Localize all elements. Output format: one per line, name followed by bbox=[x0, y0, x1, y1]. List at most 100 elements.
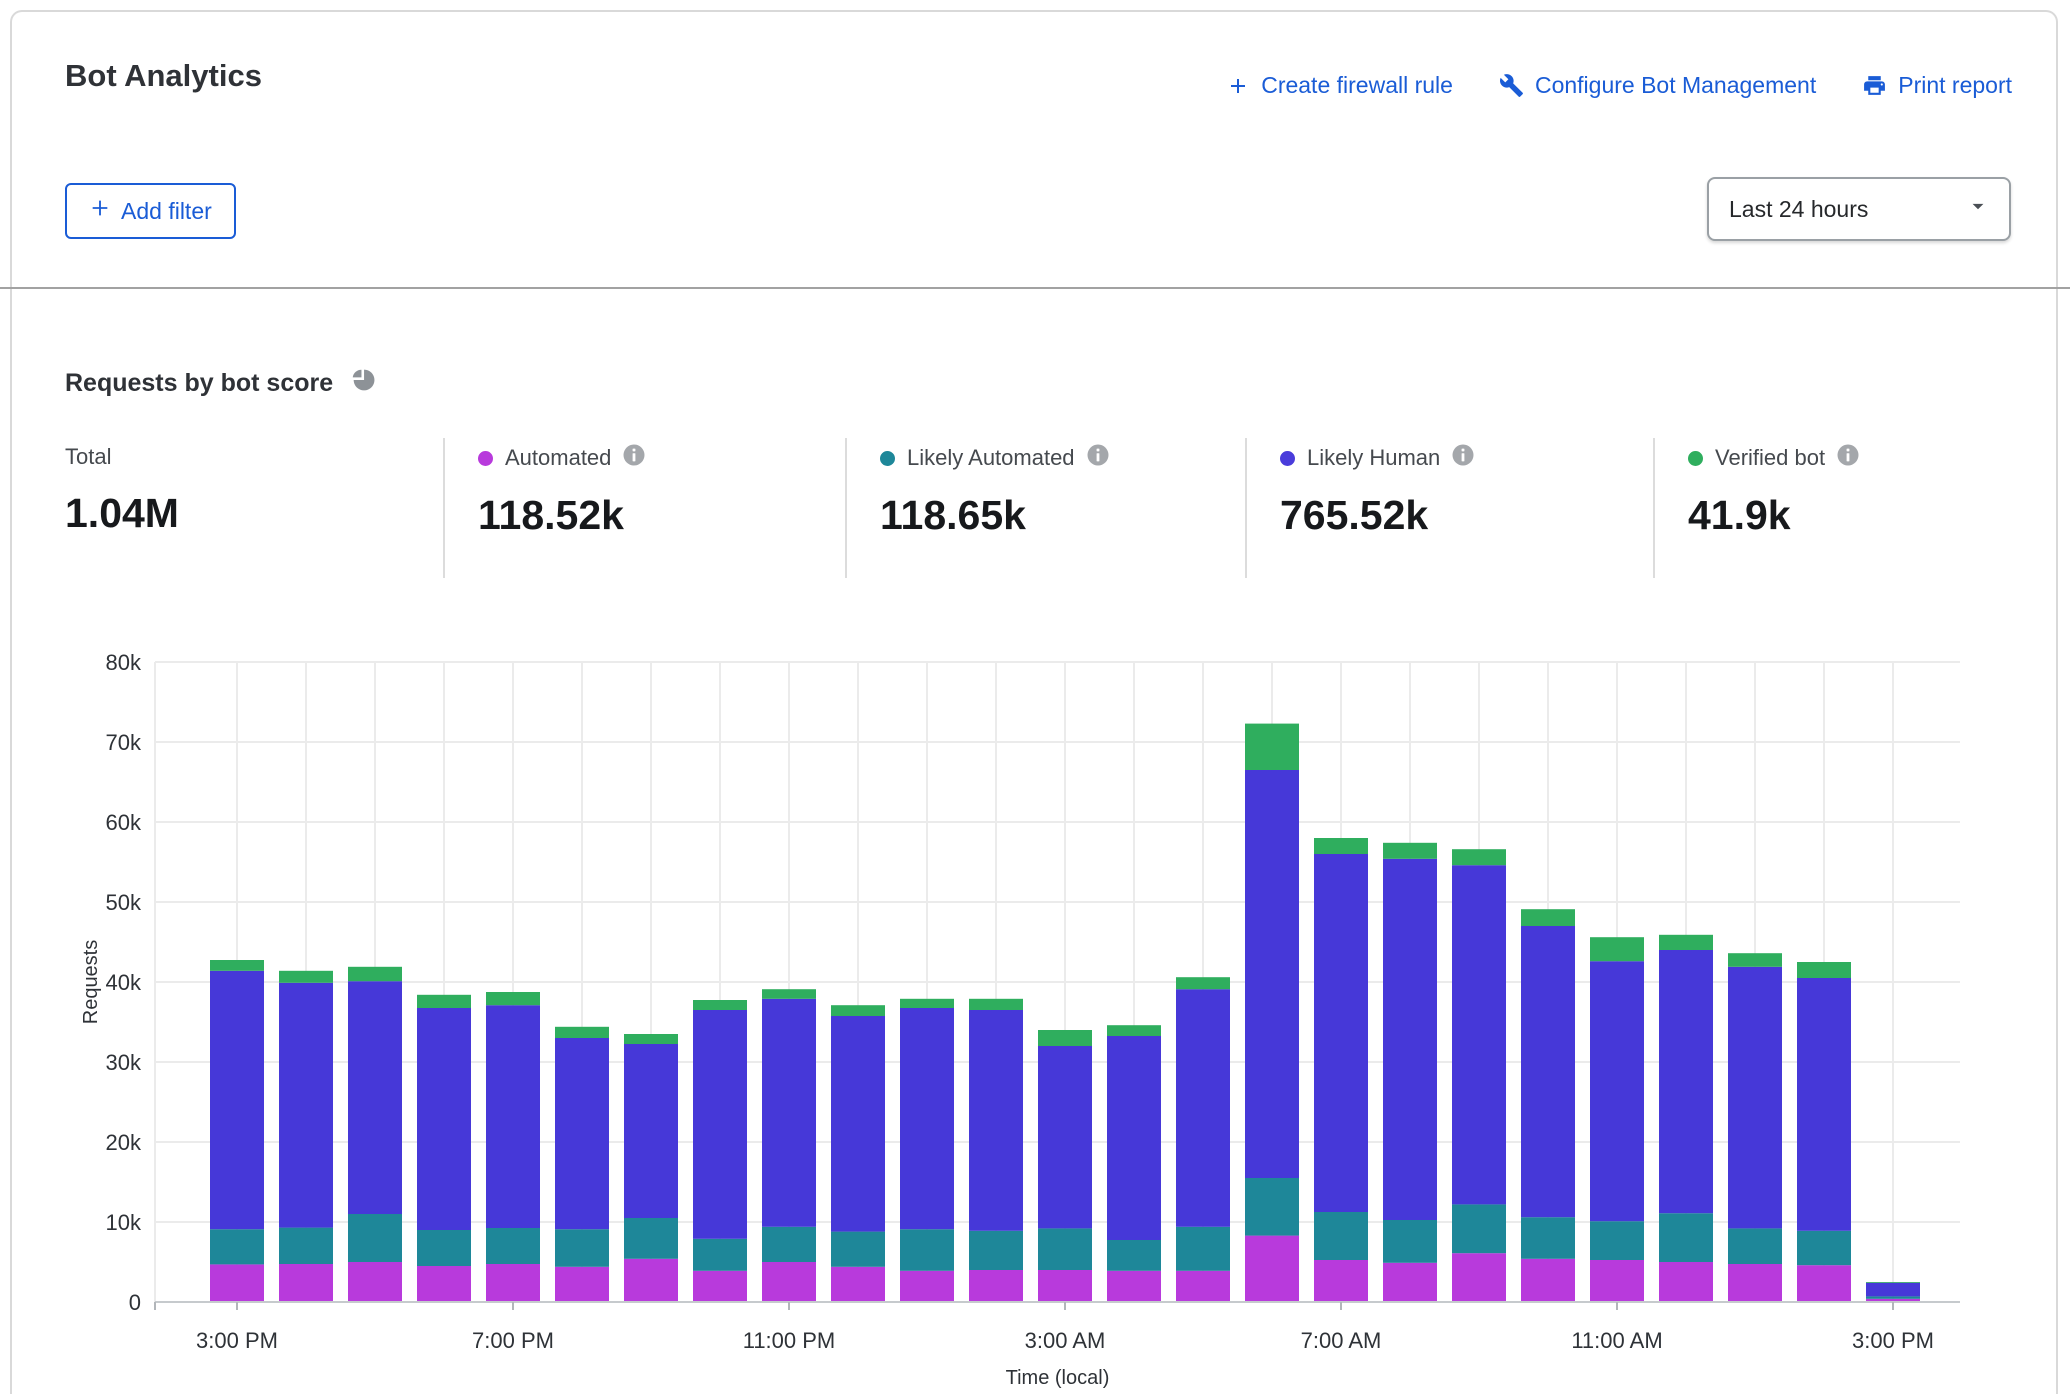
bar-segment-verified-bot[interactable] bbox=[762, 989, 816, 999]
bar-segment-verified-bot[interactable] bbox=[417, 995, 471, 1008]
bar-segment-likely-human[interactable] bbox=[900, 1008, 954, 1229]
bar-segment-verified-bot[interactable] bbox=[969, 999, 1023, 1010]
time-range-select[interactable]: Last 24 hours bbox=[1707, 177, 2011, 241]
bar-segment-automated[interactable] bbox=[417, 1266, 471, 1302]
bar-segment-verified-bot[interactable] bbox=[1245, 724, 1299, 770]
bar-segment-likely-human[interactable] bbox=[210, 971, 264, 1229]
bar-segment-automated[interactable] bbox=[1245, 1236, 1299, 1302]
bar-segment-likely-human[interactable] bbox=[1176, 989, 1230, 1227]
bar-segment-likely-automated[interactable] bbox=[762, 1227, 816, 1262]
bar-segment-automated[interactable] bbox=[348, 1262, 402, 1302]
bar-segment-automated[interactable] bbox=[486, 1264, 540, 1302]
bar-segment-likely-human[interactable] bbox=[831, 1016, 885, 1232]
requests-stacked-bar-chart[interactable]: 3:00 PM7:00 PM11:00 PM3:00 AM7:00 AM11:0… bbox=[0, 614, 2070, 1394]
bar-segment-verified-bot[interactable] bbox=[1038, 1030, 1092, 1046]
bar-segment-verified-bot[interactable] bbox=[555, 1027, 609, 1038]
bar-segment-automated[interactable] bbox=[1452, 1253, 1506, 1302]
bar-segment-likely-human[interactable] bbox=[1038, 1046, 1092, 1228]
bar-segment-automated[interactable] bbox=[969, 1270, 1023, 1302]
bar-segment-automated[interactable] bbox=[1590, 1260, 1644, 1302]
bar-segment-likely-automated[interactable] bbox=[1314, 1212, 1368, 1260]
bar-segment-likely-human[interactable] bbox=[1452, 865, 1506, 1204]
bar-segment-likely-human[interactable] bbox=[555, 1038, 609, 1229]
info-icon[interactable] bbox=[1452, 444, 1474, 472]
bar-segment-likely-human[interactable] bbox=[1866, 1283, 1920, 1297]
bar-segment-verified-bot[interactable] bbox=[1728, 953, 1782, 967]
bar-segment-verified-bot[interactable] bbox=[1314, 838, 1368, 854]
bar-segment-likely-human[interactable] bbox=[1521, 926, 1575, 1217]
bar-segment-automated[interactable] bbox=[279, 1264, 333, 1302]
bar-segment-verified-bot[interactable] bbox=[279, 971, 333, 983]
bar-segment-likely-human[interactable] bbox=[1590, 961, 1644, 1221]
bar-segment-likely-human[interactable] bbox=[693, 1010, 747, 1239]
bar-segment-automated[interactable] bbox=[624, 1259, 678, 1302]
bar-segment-likely-automated[interactable] bbox=[1383, 1220, 1437, 1263]
bar-segment-automated[interactable] bbox=[1038, 1270, 1092, 1302]
bar-segment-verified-bot[interactable] bbox=[624, 1034, 678, 1044]
bar-segment-likely-automated[interactable] bbox=[1659, 1213, 1713, 1262]
bar-segment-automated[interactable] bbox=[1521, 1259, 1575, 1302]
bar-segment-automated[interactable] bbox=[555, 1267, 609, 1302]
bar-segment-verified-bot[interactable] bbox=[1176, 977, 1230, 989]
bar-segment-likely-automated[interactable] bbox=[1728, 1228, 1782, 1264]
bar-segment-likely-human[interactable] bbox=[624, 1044, 678, 1218]
bar-segment-likely-automated[interactable] bbox=[1245, 1178, 1299, 1236]
bar-segment-verified-bot[interactable] bbox=[1797, 962, 1851, 978]
bar-segment-automated[interactable] bbox=[1176, 1271, 1230, 1302]
bar-segment-likely-automated[interactable] bbox=[1107, 1240, 1161, 1271]
bar-segment-verified-bot[interactable] bbox=[1590, 937, 1644, 961]
bar-segment-verified-bot[interactable] bbox=[1659, 935, 1713, 950]
bar-segment-likely-human[interactable] bbox=[1107, 1036, 1161, 1240]
bar-segment-verified-bot[interactable] bbox=[1383, 843, 1437, 859]
bar-segment-likely-human[interactable] bbox=[1245, 770, 1299, 1178]
bar-segment-likely-human[interactable] bbox=[1383, 859, 1437, 1220]
bar-segment-verified-bot[interactable] bbox=[486, 992, 540, 1005]
bar-segment-verified-bot[interactable] bbox=[210, 960, 264, 971]
bar-segment-verified-bot[interactable] bbox=[1521, 909, 1575, 926]
bar-segment-verified-bot[interactable] bbox=[1452, 849, 1506, 865]
bar-segment-likely-human[interactable] bbox=[1728, 967, 1782, 1229]
bar-segment-likely-human[interactable] bbox=[348, 981, 402, 1214]
bar-segment-likely-automated[interactable] bbox=[417, 1230, 471, 1266]
bar-segment-automated[interactable] bbox=[1659, 1262, 1713, 1302]
create-firewall-rule-link[interactable]: Create firewall rule bbox=[1226, 72, 1453, 99]
bar-segment-automated[interactable] bbox=[1314, 1260, 1368, 1302]
bar-segment-likely-human[interactable] bbox=[969, 1010, 1023, 1231]
info-icon[interactable] bbox=[623, 444, 645, 472]
bar-segment-verified-bot[interactable] bbox=[348, 967, 402, 981]
bar-segment-likely-automated[interactable] bbox=[1866, 1296, 1920, 1298]
bar-segment-likely-automated[interactable] bbox=[1797, 1231, 1851, 1265]
bar-segment-likely-human[interactable] bbox=[1314, 854, 1368, 1212]
bar-segment-automated[interactable] bbox=[1107, 1271, 1161, 1302]
bar-segment-likely-automated[interactable] bbox=[831, 1232, 885, 1267]
print-report-link[interactable]: Print report bbox=[1862, 72, 2012, 99]
info-icon[interactable] bbox=[1837, 444, 1859, 472]
bar-segment-likely-human[interactable] bbox=[762, 999, 816, 1227]
bar-segment-likely-automated[interactable] bbox=[1452, 1204, 1506, 1253]
configure-bot-management-link[interactable]: Configure Bot Management bbox=[1499, 72, 1816, 99]
bar-segment-verified-bot[interactable] bbox=[1107, 1025, 1161, 1036]
bar-segment-verified-bot[interactable] bbox=[693, 1000, 747, 1010]
info-icon[interactable] bbox=[1087, 444, 1109, 472]
bar-segment-likely-automated[interactable] bbox=[1521, 1217, 1575, 1259]
bar-segment-likely-automated[interactable] bbox=[486, 1228, 540, 1264]
bar-segment-likely-human[interactable] bbox=[417, 1008, 471, 1230]
bar-segment-automated[interactable] bbox=[1728, 1264, 1782, 1302]
bar-segment-automated[interactable] bbox=[210, 1264, 264, 1302]
bar-segment-verified-bot[interactable] bbox=[831, 1005, 885, 1016]
bar-segment-likely-human[interactable] bbox=[486, 1005, 540, 1228]
bar-segment-likely-human[interactable] bbox=[1659, 950, 1713, 1213]
bar-segment-automated[interactable] bbox=[900, 1271, 954, 1302]
bar-segment-likely-automated[interactable] bbox=[900, 1229, 954, 1271]
bar-segment-likely-automated[interactable] bbox=[348, 1214, 402, 1262]
bar-segment-automated[interactable] bbox=[693, 1271, 747, 1302]
bar-segment-likely-human[interactable] bbox=[1797, 978, 1851, 1231]
bar-segment-likely-automated[interactable] bbox=[279, 1228, 333, 1264]
bar-segment-likely-automated[interactable] bbox=[1590, 1221, 1644, 1260]
bar-segment-automated[interactable] bbox=[762, 1262, 816, 1302]
bar-segment-likely-human[interactable] bbox=[279, 983, 333, 1228]
bar-segment-verified-bot[interactable] bbox=[1866, 1282, 1920, 1283]
add-filter-button[interactable]: Add filter bbox=[65, 183, 236, 239]
bar-segment-automated[interactable] bbox=[1383, 1263, 1437, 1302]
bar-segment-likely-automated[interactable] bbox=[624, 1218, 678, 1259]
